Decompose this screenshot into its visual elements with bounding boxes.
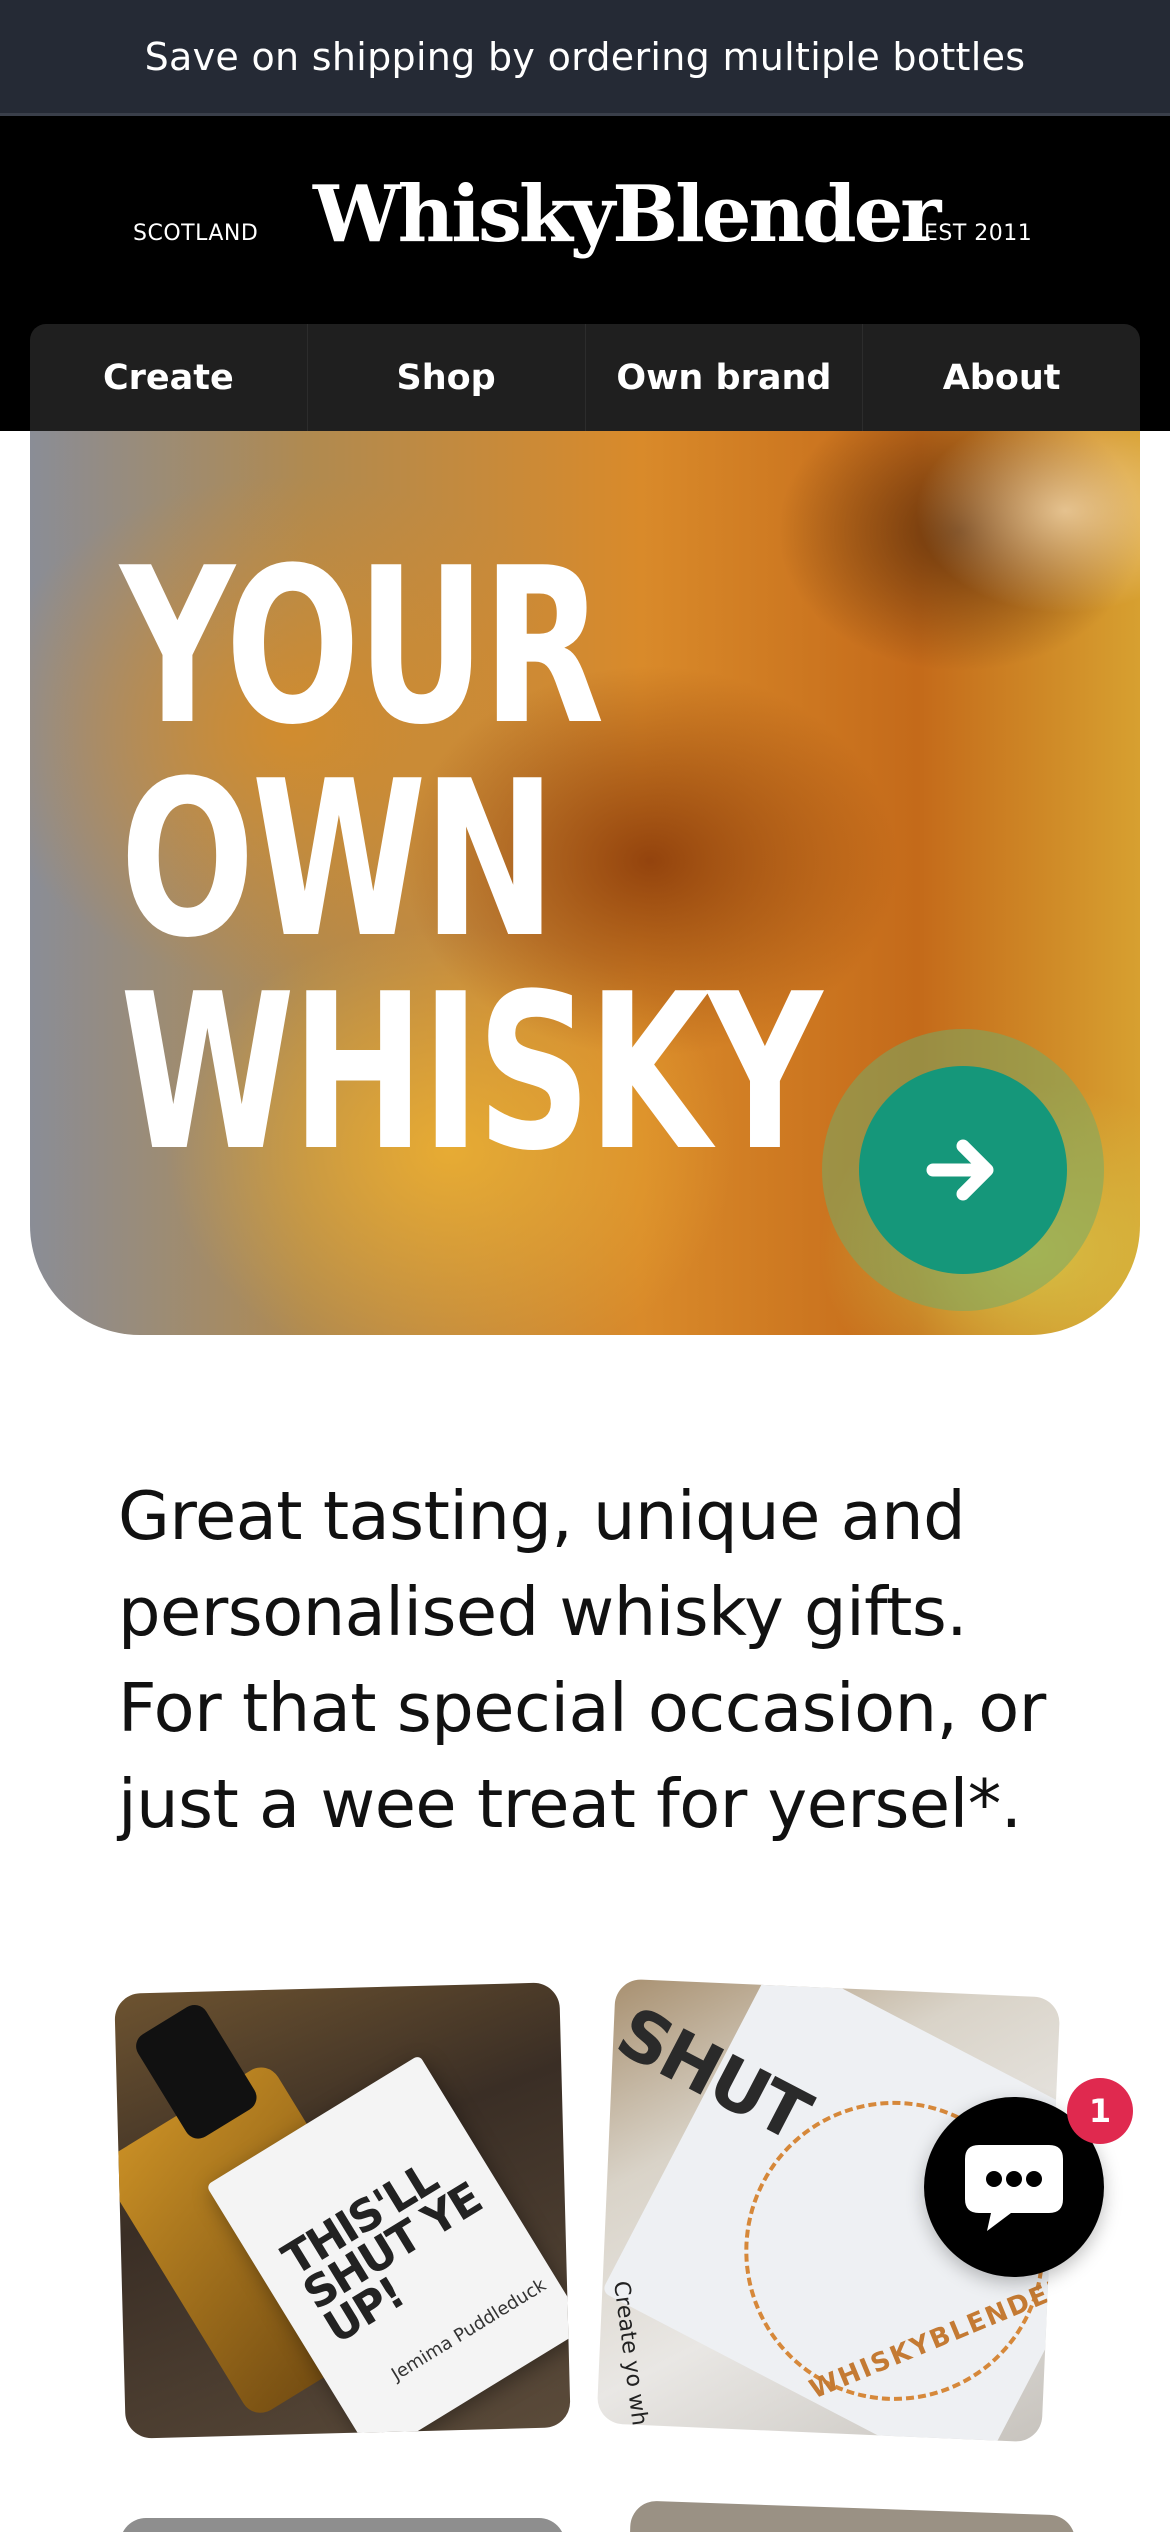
product-card[interactable] xyxy=(120,2518,565,2532)
chat-bubble-icon xyxy=(965,2145,1063,2231)
chat-unread-badge: 1 xyxy=(1067,2078,1133,2144)
main-nav: Create Shop Own brand About xyxy=(30,324,1140,431)
header-tag-scotland: SCOTLAND xyxy=(133,221,259,246)
nav-item-about[interactable]: About xyxy=(863,324,1140,431)
hero-background-image xyxy=(890,431,1140,631)
nav-item-create[interactable]: Create xyxy=(30,324,308,431)
nav-item-own-brand[interactable]: Own brand xyxy=(586,324,864,431)
promo-bar: Save on shipping by ordering multiple bo… xyxy=(0,0,1170,116)
promo-text: Save on shipping by ordering multiple bo… xyxy=(144,34,1026,79)
hero-title-line: YOUR xyxy=(120,521,604,772)
product-card[interactable]: THIS'LL SHUT YE UP! Jemima Puddleduck xyxy=(114,1982,571,2439)
arrow-right-icon xyxy=(926,1139,994,1201)
product-card[interactable] xyxy=(629,2500,1076,2532)
hero-title-line: OWN xyxy=(120,733,556,985)
site-logo[interactable]: WhiskyBlender xyxy=(313,176,941,254)
header-tag-est: EST 2011 xyxy=(924,221,1033,246)
hero-cta-button[interactable] xyxy=(859,1066,1067,1274)
intro-text: Great tasting, unique and personalised w… xyxy=(118,1477,1046,1843)
hero-title-line: WHISKY xyxy=(120,946,822,1198)
nav-item-shop[interactable]: Shop xyxy=(308,324,586,431)
hero-banner[interactable]: YOUR OWN WHISKY xyxy=(30,431,1140,1335)
hero-title: YOUR OWN WHISKY xyxy=(120,521,822,1198)
